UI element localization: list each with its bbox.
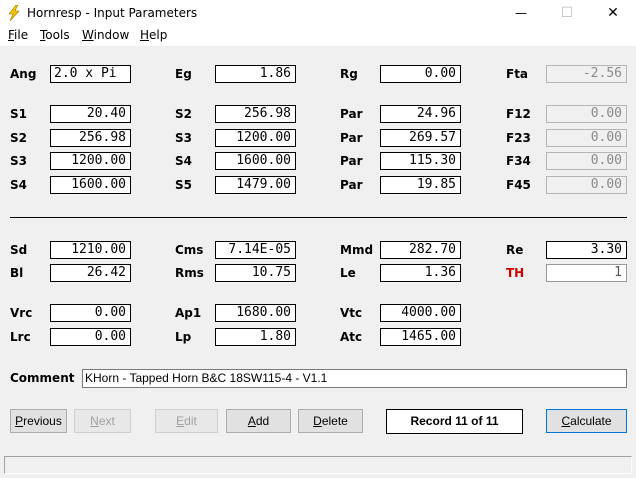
bl-field[interactable]: 26.42	[50, 264, 131, 282]
menu-file[interactable]: File	[8, 28, 28, 42]
par-field[interactable]: 115.30	[380, 152, 461, 170]
mmd-field[interactable]: 282.70	[380, 241, 461, 259]
menu-tools[interactable]: Tools	[40, 28, 70, 42]
f12-label: F12	[506, 107, 531, 121]
par-field[interactable]: 24.96	[380, 105, 461, 123]
edit-button[interactable]: Edit	[155, 409, 218, 433]
s4-label: S4	[175, 154, 192, 168]
s5-label: S5	[175, 178, 192, 192]
par-label: Par	[340, 107, 363, 121]
f34-field: 0.00	[546, 152, 627, 170]
le-field[interactable]: 1.36	[380, 264, 461, 282]
add-button[interactable]: Add	[226, 409, 291, 433]
vrc-field[interactable]: 0.00	[50, 304, 131, 322]
f12-field: 0.00	[546, 105, 627, 123]
comment-input[interactable]: KHorn - Tapped Horn B&C 18SW115-4 - V1.1	[82, 369, 627, 388]
maximize-button[interactable]: ☐	[544, 0, 590, 27]
re-field[interactable]: 3.30	[546, 241, 627, 259]
le-label: Le	[340, 266, 356, 280]
s2-label: S2	[10, 131, 27, 145]
par-label: Par	[340, 154, 363, 168]
atc-label: Atc	[340, 330, 363, 344]
comment-label: Comment	[10, 371, 75, 385]
lrc-label: Lrc	[10, 330, 31, 344]
th-label: TH	[506, 266, 525, 280]
s2-label: S2	[175, 107, 192, 121]
cms-field[interactable]: 7.14E-05	[215, 241, 296, 259]
s3-field-mid[interactable]: 1200.00	[215, 129, 296, 147]
s5-field[interactable]: 1479.00	[215, 176, 296, 194]
vrc-label: Vrc	[10, 306, 33, 320]
close-button[interactable]: ✕	[590, 0, 636, 27]
par-field[interactable]: 19.85	[380, 176, 461, 194]
window-title: Hornresp - Input Parameters	[27, 6, 198, 20]
s4-label: S4	[10, 178, 27, 192]
section-divider	[10, 217, 627, 218]
lrc-field[interactable]: 0.00	[50, 328, 131, 346]
rms-label: Rms	[175, 266, 204, 280]
sd-label: Sd	[10, 243, 28, 257]
s2-field-mid[interactable]: 256.98	[215, 105, 296, 123]
next-button[interactable]: Next	[74, 409, 131, 433]
re-label: Re	[506, 243, 524, 257]
atc-field[interactable]: 1465.00	[380, 328, 461, 346]
cms-label: Cms	[175, 243, 204, 257]
delete-button[interactable]: Delete	[298, 409, 363, 433]
calculate-button[interactable]: Calculate	[546, 409, 627, 433]
s2-field[interactable]: 256.98	[50, 129, 131, 147]
ap1-label: Ap1	[175, 306, 202, 320]
par-field[interactable]: 269.57	[380, 129, 461, 147]
lp-field[interactable]: 1.80	[215, 328, 296, 346]
s3-label: S3	[175, 131, 192, 145]
rms-field[interactable]: 10.75	[215, 264, 296, 282]
s3-field[interactable]: 1200.00	[50, 152, 131, 170]
f23-field: 0.00	[546, 129, 627, 147]
status-bar	[4, 456, 632, 474]
ang-label: Ang	[10, 67, 37, 81]
fta-label: Fta	[506, 67, 529, 81]
s3-label: S3	[10, 154, 27, 168]
rg-label: Rg	[340, 67, 358, 81]
f45-label: F45	[506, 178, 531, 192]
menu-bar: File Tools Window Help	[0, 27, 636, 46]
vtc-field[interactable]: 4000.00	[380, 304, 461, 322]
par-label: Par	[340, 131, 363, 145]
f23-label: F23	[506, 131, 531, 145]
fta-field: -2.56	[546, 65, 627, 83]
ap1-field[interactable]: 1680.00	[215, 304, 296, 322]
s1-field[interactable]: 20.40	[50, 105, 131, 123]
menu-help[interactable]: Help	[140, 28, 167, 42]
eg-field[interactable]: 1.86	[215, 65, 296, 83]
mmd-label: Mmd	[340, 243, 374, 257]
s4-field[interactable]: 1600.00	[50, 176, 131, 194]
f45-field: 0.00	[546, 176, 627, 194]
bl-label: Bl	[10, 266, 24, 280]
s1-label: S1	[10, 107, 27, 121]
lightning-bolt-icon	[8, 5, 20, 21]
minimize-button[interactable]: —	[498, 0, 544, 27]
s4-field-mid[interactable]: 1600.00	[215, 152, 296, 170]
previous-button[interactable]: Previous	[10, 409, 67, 433]
menu-window[interactable]: Window	[82, 28, 129, 42]
record-indicator: Record 11 of 11	[386, 409, 523, 434]
title-bar: Hornresp - Input Parameters — ☐ ✕	[0, 0, 636, 27]
vtc-label: Vtc	[340, 306, 363, 320]
eg-label: Eg	[175, 67, 192, 81]
ang-field[interactable]: 2.0 x Pi	[50, 65, 131, 83]
lp-label: Lp	[175, 330, 192, 344]
par-label: Par	[340, 178, 363, 192]
f34-label: F34	[506, 154, 531, 168]
sd-field[interactable]: 1210.00	[50, 241, 131, 259]
rg-field[interactable]: 0.00	[380, 65, 461, 83]
th-field[interactable]: 1	[546, 264, 627, 282]
